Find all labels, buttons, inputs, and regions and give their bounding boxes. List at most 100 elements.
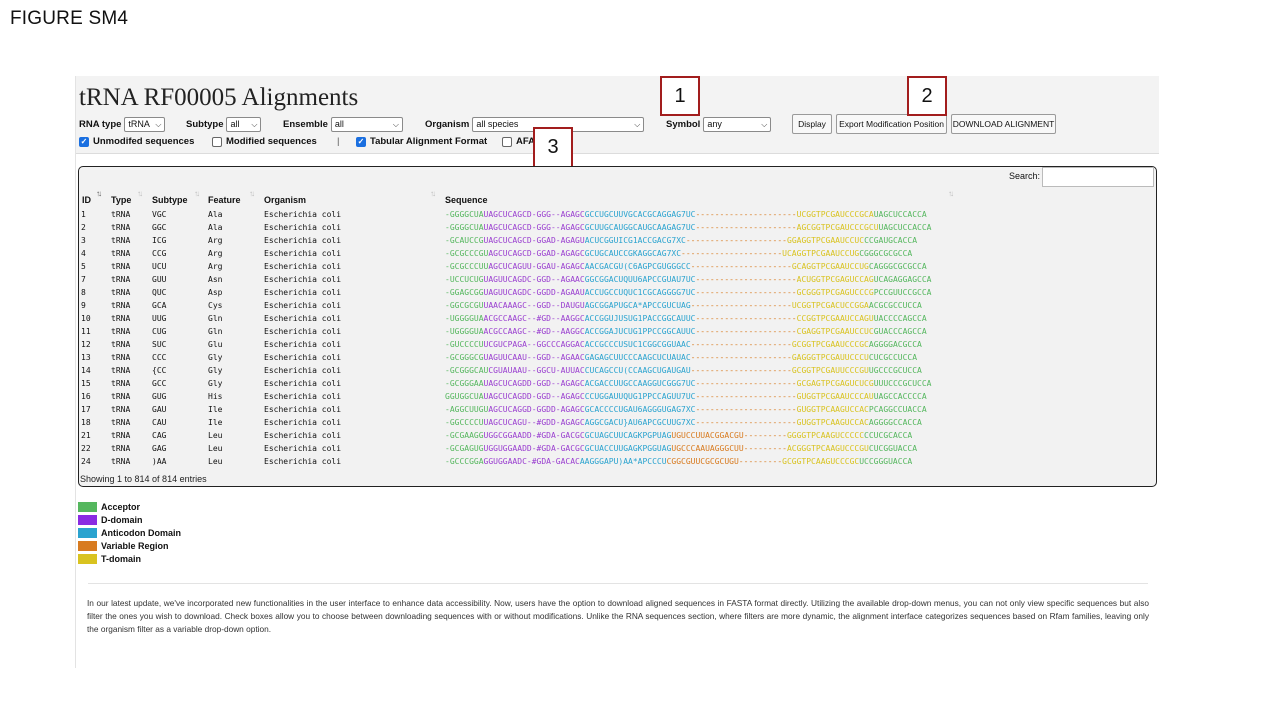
table-row[interactable]: 8 tRNA QUC Asp Escherichia coli -GGAGCGGUAGUU… [79,286,1156,299]
column-header-organism[interactable]: Organism [264,195,306,205]
table-row[interactable]: 9 tRNA GCA Cys Escherichia coli -GGCGCGUUAACA… [79,299,1156,312]
organism-value: all species [476,118,519,129]
sequence-segment: UCGGTPCGAUCCCGCA [796,210,874,219]
callout-2: 2 [907,76,947,116]
sequence-segment: --------------------- [695,210,797,219]
chevron-down-icon: ⌵ [634,119,641,129]
table-row[interactable]: 4 tRNA CCG Arg Escherichia coli -GCGCCCGUAGCU… [79,247,1156,260]
sequence-segment: AGGCGACU}AU6APCGCUUG7XC [584,418,696,427]
cell-subtype: CCG [152,249,167,258]
table-row[interactable]: 12 tRNA SUC Glu Escherichia coli -GUCCCCUUCGU… [79,338,1156,351]
table-row[interactable]: 13 tRNA CCC Gly Escherichia coli -GCGGGCGUAGU… [79,351,1156,364]
unmodified-checkbox[interactable]: ✓ Unmodifed sequences [79,136,194,147]
cell-organism: Escherichia coli [264,327,342,336]
sequence-segment: -GCGGGCAU [445,366,489,375]
cell-type: tRNA [111,301,131,310]
sequence-segment: ACGCCAAGC--#GD--AAGGC [483,314,585,323]
sequence-segment: -GCCCGGA [445,457,484,466]
sequence-segment: AGCUCAGCD-GGAD-AGAGC [488,249,585,258]
symbol-filter: Symbol any ⌵ [666,116,772,132]
sequence-segment: GUGGTPCAAGUCCAC [796,418,869,427]
download-alignment-button[interactable]: DOWNLOAD ALIGNMENT [951,114,1056,134]
cell-sequence: -GCGCCCUUAGCUCAGUU-GGAU-AGAGCAACGACGU(C6… [445,260,927,273]
sort-icon[interactable]: ↑↓ [194,189,200,198]
table-row[interactable]: 11 tRNA CUG Gln Escherichia coli -UGGGGUAACGC… [79,325,1156,338]
symbol-value: any [707,118,722,129]
sort-icon[interactable]: ↑↓ [249,189,255,198]
cell-id: 14 [81,366,91,375]
sequence-segment: PCCGUUCCGCCA [873,288,932,297]
sequence-segment: ACUCGGUICG1ACCGACG7XC [584,236,686,245]
rna-type-select[interactable]: tRNA ⌵ [124,116,166,132]
table-row[interactable]: 2 tRNA GGC Ala Escherichia coli -GGGGCUAUAGCU… [79,221,1156,234]
table-row[interactable]: 18 tRNA CAU Ile Escherichia coli -GGCCCCUUAGC… [79,416,1156,429]
sequence-segment: GUACCCAGCCA [873,327,927,336]
search-input[interactable] [1042,167,1154,187]
cell-type: tRNA [111,444,131,453]
table-row[interactable]: 15 tRNA GCC Gly Escherichia coli -GCGGGAAUAGC… [79,377,1156,390]
table-header: ID ↑↓ Type ↑↓ Subtype ↑↓ Feature ↑↓ Orga… [79,189,1156,207]
sequence-segment: AGCGGTPCGAUCCCGCU [796,223,879,232]
column-header-type[interactable]: Type [111,195,131,205]
legend-item: Anticodon Domain [78,526,181,539]
symbol-select[interactable]: any ⌵ [703,116,772,132]
afa-checkbox[interactable]: AFA [502,136,535,147]
ensemble-select[interactable]: all ⌵ [330,116,403,132]
chevron-down-icon: ⌵ [761,119,768,129]
column-header-subtype[interactable]: Subtype [152,195,188,205]
table-row[interactable]: 21 tRNA CAG Leu Escherichia coli -GCGAAGGUGGC… [79,429,1156,442]
sequence-segment: GCAGGTPCGAAUCCUG [791,262,869,271]
table-row[interactable]: 16 tRNA GUG His Escherichia coli GGUGGCUAUAGC… [79,390,1156,403]
table-row[interactable]: 7 tRNA GUU Asn Escherichia coli -UCCUCUGUAGUU… [79,273,1156,286]
sequence-segment: -AGGCUUGU [445,405,489,414]
cell-sequence: -GCGGGCGUAGUUCAAU--GGD--AGAACGAGAGCUUCCC… [445,351,917,364]
cell-id: 2 [81,223,86,232]
display-button[interactable]: Display [792,114,832,134]
showing-entries: Showing 1 to 814 of 814 entries [80,474,207,484]
table-row[interactable]: 14 tRNA {CC Gly Escherichia coli -GCGGGCAUCGU… [79,364,1156,377]
table-row[interactable]: 3 tRNA ICG Arg Escherichia coli -GCAUCCGUAGCU… [79,234,1156,247]
table-row[interactable]: 10 tRNA UUG Gln Escherichia coli -UGGGGUAACGC… [79,312,1156,325]
sequence-segment: ACGCCAAGC--#GD--AAGGC [483,327,585,336]
cell-type: tRNA [111,353,131,362]
modified-checkbox[interactable]: Modified sequences [212,136,317,147]
table-row[interactable]: 1 tRNA VGC Ala Escherichia coli -GGGGCUAUAGCU… [79,208,1156,221]
cell-type: tRNA [111,379,131,388]
subtype-select[interactable]: all ⌵ [226,116,262,132]
subtype-value: all [230,118,240,129]
cell-type: tRNA [111,457,131,466]
cell-organism: Escherichia coli [264,457,342,466]
cell-subtype: QUC [152,288,167,297]
table-row[interactable]: 22 tRNA GAG Leu Escherichia coli -GCGAGUGUGGU… [79,442,1156,455]
sequence-segment: GGGGTPCAAGUCCCCC [786,431,865,440]
cell-subtype: CAU [152,418,167,427]
cell-organism: Escherichia coli [264,249,342,258]
sequence-segment: --------------------- [695,405,797,414]
sequence-segment: UGCCCAAUAGGGCUU--------- [671,444,787,453]
cell-feature: Ile [208,405,223,414]
cell-id: 1 [81,210,86,219]
legend-swatch [78,540,97,551]
rna-type-filter: RNA type tRNA ⌵ [79,116,166,132]
cell-feature: Cys [208,301,223,310]
table-row[interactable]: 5 tRNA UCU Arg Escherichia coli -GCGCCCUUAGCU… [79,260,1156,273]
export-modification-button[interactable]: Export Modification Position [836,114,947,134]
sort-icon[interactable]: ↑↓ [137,189,143,198]
sequence-segment: --------------------- [695,327,797,336]
column-header-id[interactable]: ID [82,195,91,205]
sort-icon[interactable]: ↑↓ [948,189,954,198]
cell-type: tRNA [111,223,131,232]
table-row[interactable]: 24 tRNA)AA Leu Escherichia coli -GCCCGGAGGUG… [79,455,1156,468]
cell-id: 13 [81,353,91,362]
chevron-down-icon: ⌵ [155,119,162,129]
legend-swatch [78,514,97,525]
sort-icon[interactable]: ↑↓ [430,189,436,198]
table-row[interactable]: 17 tRNA GAU Ile Escherichia coli -AGGCUUGUAGC… [79,403,1156,416]
column-header-sequence[interactable]: Sequence [445,195,488,205]
sort-asc-icon[interactable]: ↑↓ [96,189,102,198]
tabular-format-checkbox[interactable]: ✓ Tabular Alignment Format [356,136,487,147]
sequence-segment: GCUAGCUUCAGKPGPUAG [584,431,672,440]
column-header-feature[interactable]: Feature [208,195,241,205]
legend-item: Acceptor [78,500,181,513]
table-body: 1 tRNA VGC Ala Escherichia coli -GGGGCUAUAGCU… [79,208,1156,468]
